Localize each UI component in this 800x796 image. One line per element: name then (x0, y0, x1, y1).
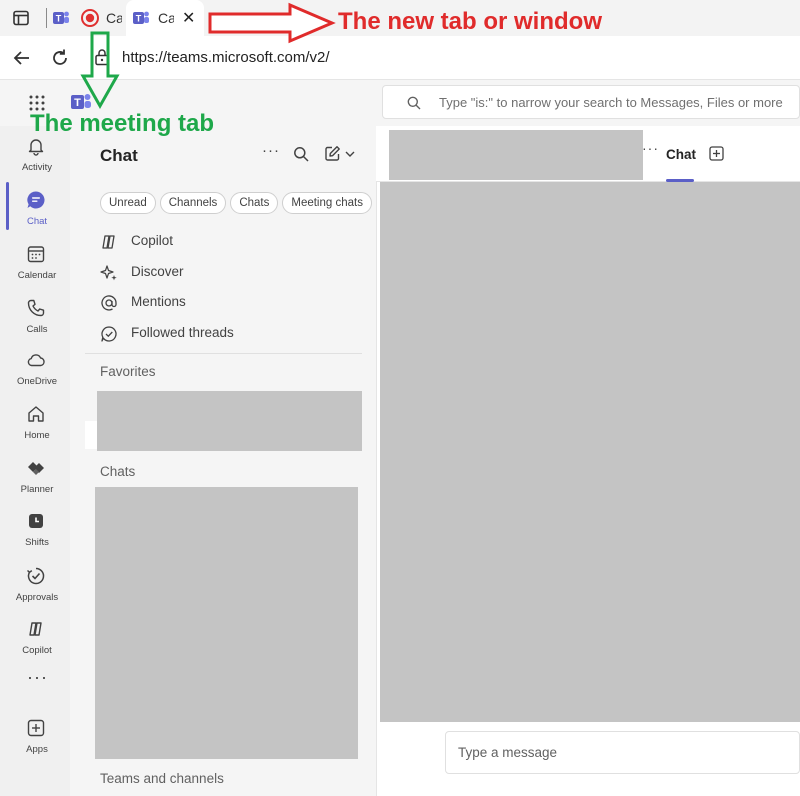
redacted-messages (380, 182, 800, 722)
add-tab-icon[interactable] (709, 146, 724, 161)
rail-label: Activity (21, 162, 53, 173)
rail-item-copilot[interactable]: Copilot (0, 613, 70, 665)
conversation-more-icon[interactable]: ··· (642, 140, 659, 156)
section-divider (85, 353, 362, 354)
chat-filters: Unread Channels Chats Meeting chats (100, 192, 372, 214)
bell-icon (26, 136, 46, 156)
rail-label: Shifts (25, 537, 49, 548)
chevron-down-icon[interactable] (345, 149, 355, 159)
teams-channels-section-header[interactable]: Teams and channels (100, 771, 224, 786)
browser-tab-teams[interactable]: T (52, 0, 76, 36)
chat-icon (26, 190, 46, 210)
more-options-icon[interactable]: ··· (262, 142, 280, 159)
browser-sidebar-icon[interactable] (12, 9, 30, 27)
close-tab-icon[interactable]: ✕ (182, 8, 195, 28)
copilot-icon (26, 619, 46, 639)
url-text[interactable]: https://teams.microsoft.com/v2/ (122, 49, 330, 66)
rail-label: Home (24, 430, 50, 441)
svg-text:T: T (56, 14, 62, 24)
svg-text:T: T (136, 14, 142, 24)
search-placeholder: Type "is:" to narrow your search to Mess… (439, 95, 783, 110)
home-icon (26, 404, 46, 424)
approvals-icon (26, 566, 46, 586)
cloud-icon (26, 350, 46, 370)
more-apps-icon[interactable]: ··· (27, 668, 48, 686)
sparkle-icon (100, 264, 118, 282)
copilot-icon (100, 233, 118, 251)
shifts-icon (26, 511, 46, 531)
tab-title: Ca (106, 10, 122, 26)
tab-chat[interactable]: Chat (666, 147, 696, 162)
rail-label: OneDrive (16, 376, 58, 387)
filter-channels[interactable]: Channels (159, 192, 227, 214)
redacted-conversation-title (389, 130, 643, 180)
calendar-icon (26, 244, 46, 264)
teams-icon: T (132, 9, 150, 27)
favorite-item-selection (85, 421, 97, 449)
annotation-meeting-tab: The meeting tab (30, 110, 215, 137)
rail-label: Calendar (17, 270, 57, 281)
teams-icon: T (52, 9, 70, 27)
rail-label: Copilot (22, 645, 52, 656)
phone-icon (26, 298, 46, 318)
rail-item-apps[interactable]: Apps (0, 712, 70, 764)
annotation-new-tab: The new tab or window (338, 8, 602, 35)
rail-item-calendar[interactable]: Calendar (0, 238, 70, 290)
favorites-section-header[interactable]: Favorites (100, 364, 156, 379)
back-arrow-icon[interactable] (12, 48, 32, 68)
tab-title: Ca (158, 10, 174, 26)
filter-unread[interactable]: Unread (100, 192, 156, 214)
redacted-favorites (97, 391, 362, 451)
message-input[interactable]: Type a message (445, 731, 800, 774)
filter-meeting-chats[interactable]: Meeting chats (282, 192, 372, 214)
browser-tab-active[interactable]: T Ca ✕ (126, 0, 204, 36)
item-label: Mentions (131, 294, 186, 309)
item-label: Copilot (131, 233, 174, 248)
rail-label: Calls (26, 324, 48, 335)
rail-item-planner[interactable]: Planner (0, 452, 70, 504)
browser-address-bar: https://teams.microsoft.com/v2/ (0, 36, 800, 80)
tab-separator (46, 8, 47, 28)
red-annotation-arrow (208, 2, 336, 44)
followed-threads-icon (100, 325, 118, 343)
rail-item-shifts[interactable]: Shifts (0, 505, 70, 557)
new-chat-icon[interactable] (324, 145, 341, 162)
apps-icon (26, 718, 46, 738)
planner-icon (26, 458, 46, 478)
record-icon (80, 8, 100, 28)
search-chats-icon[interactable] (293, 146, 309, 162)
search-icon (407, 96, 421, 110)
at-icon (100, 294, 118, 312)
rail-label: Approvals (15, 592, 59, 603)
green-annotation-arrow (80, 31, 120, 110)
rail-label: Planner (20, 484, 54, 495)
item-label: Discover (131, 264, 184, 279)
chat-pane-title: Chat (100, 146, 138, 165)
rail-item-calls[interactable]: Calls (0, 292, 70, 344)
item-label: Followed threads (131, 325, 234, 340)
rail-item-chat[interactable]: Chat (0, 184, 70, 236)
redacted-chat-list (95, 487, 358, 759)
refresh-icon[interactable] (50, 48, 70, 68)
filter-chats[interactable]: Chats (230, 192, 279, 214)
rail-item-home[interactable]: Home (0, 398, 70, 450)
message-placeholder: Type a message (458, 745, 558, 760)
search-input[interactable]: Type "is:" to narrow your search to Mess… (382, 85, 800, 119)
rail-label: Chat (26, 216, 48, 227)
rail-label: Apps (26, 744, 48, 755)
rail-item-approvals[interactable]: Approvals (0, 560, 70, 612)
chats-section-header[interactable]: Chats (100, 464, 135, 479)
rail-item-onedrive[interactable]: OneDrive (0, 344, 70, 396)
